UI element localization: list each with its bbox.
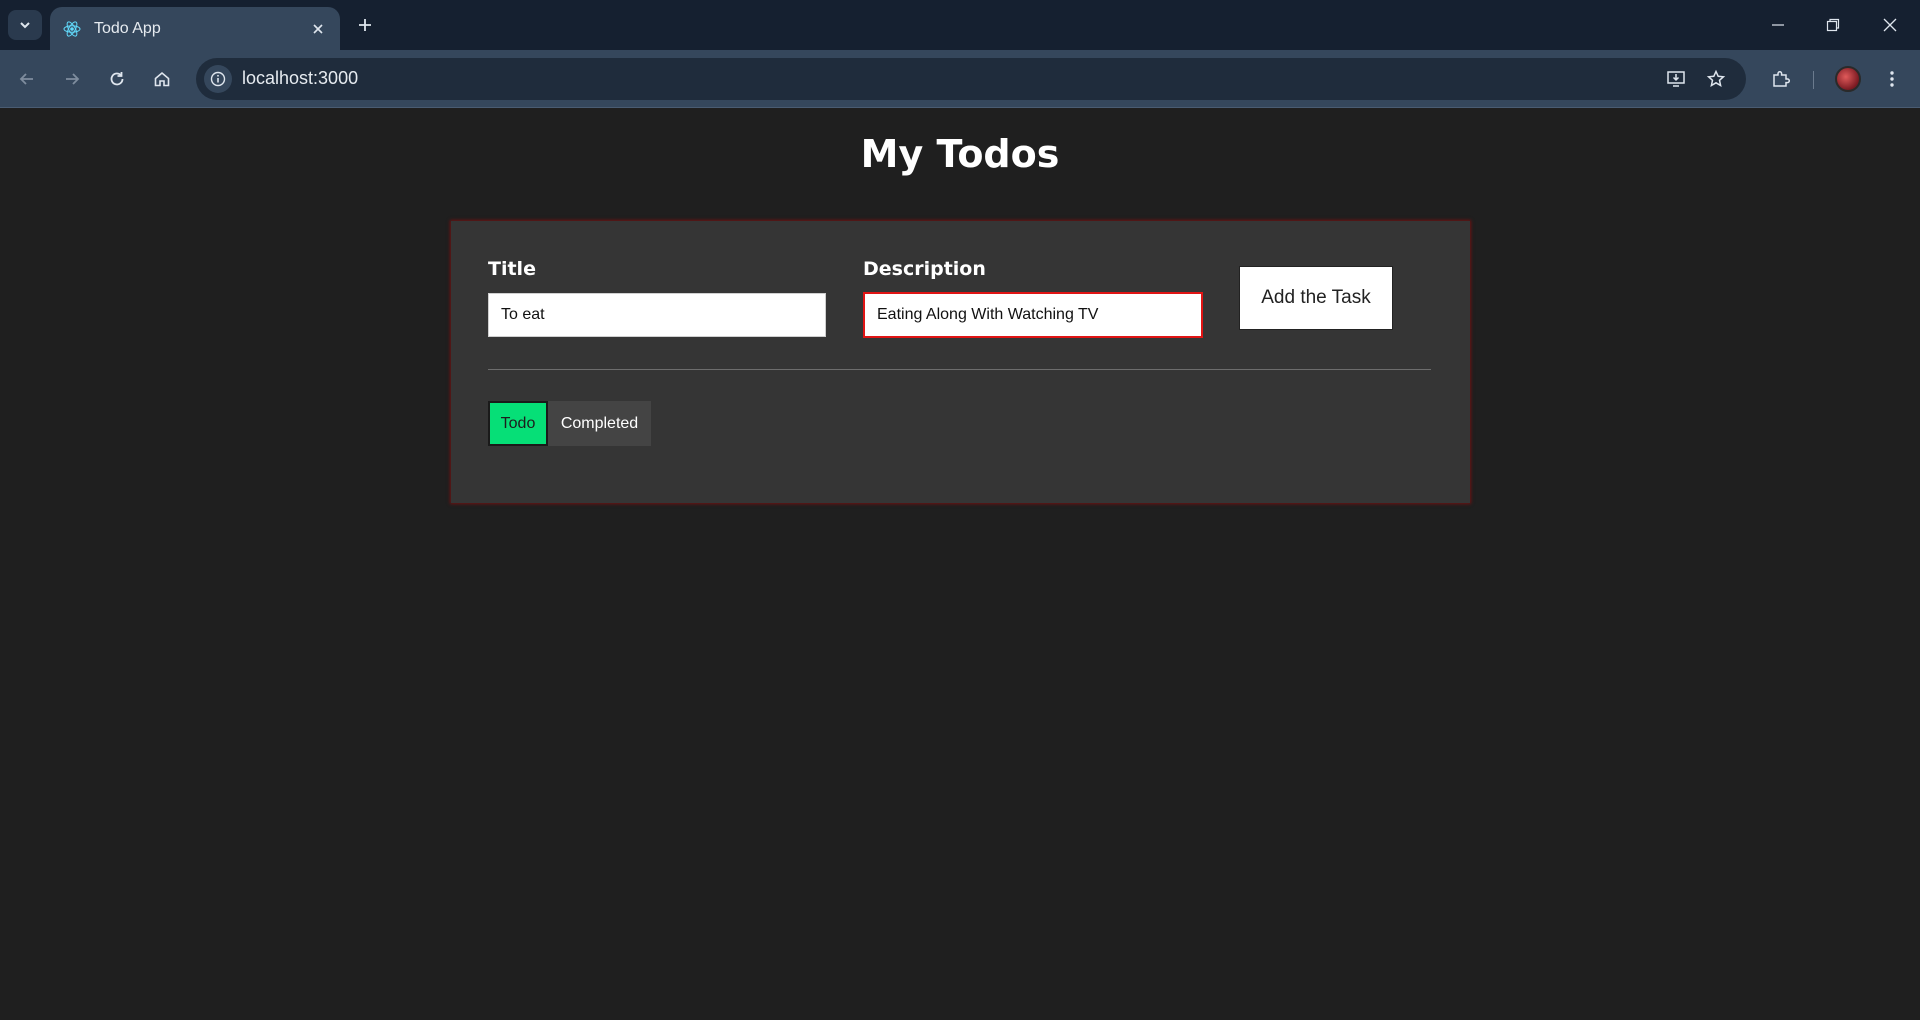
star-icon bbox=[1706, 69, 1726, 88]
browser-menu-button[interactable] bbox=[1876, 63, 1908, 95]
kebab-menu-icon bbox=[1890, 71, 1894, 87]
chevron-down-icon bbox=[20, 22, 30, 29]
url-text: localhost:3000 bbox=[242, 68, 359, 88]
address-bar[interactable]: localhost:3000 bbox=[196, 58, 1746, 100]
window-close-button[interactable] bbox=[1870, 8, 1910, 42]
toolbar-separator bbox=[1813, 71, 1814, 89]
home-icon bbox=[154, 71, 170, 87]
filter-completed-button[interactable]: Completed bbox=[548, 401, 651, 446]
info-icon bbox=[210, 71, 226, 87]
title-input[interactable] bbox=[488, 293, 826, 337]
description-input[interactable] bbox=[863, 292, 1203, 338]
puzzle-icon bbox=[1773, 70, 1791, 87]
browser-tab-bar: Todo App bbox=[0, 0, 1920, 50]
forward-button[interactable] bbox=[56, 63, 88, 95]
profile-avatar[interactable] bbox=[1835, 66, 1861, 92]
description-label: Description bbox=[863, 258, 986, 280]
site-info-button[interactable] bbox=[204, 65, 232, 93]
restore-button[interactable] bbox=[1813, 8, 1853, 42]
close-icon bbox=[1883, 18, 1897, 32]
react-logo-icon bbox=[63, 20, 81, 37]
todo-card: Title Description Add the Task Todo Comp… bbox=[451, 221, 1470, 503]
install-icon bbox=[1667, 71, 1685, 87]
back-button[interactable] bbox=[11, 63, 43, 95]
add-task-button[interactable]: Add the Task bbox=[1239, 266, 1393, 330]
tab-search-button[interactable] bbox=[8, 10, 42, 40]
install-app-button[interactable] bbox=[1661, 64, 1691, 94]
divider bbox=[488, 369, 1431, 370]
tab-close-icon[interactable] bbox=[308, 19, 328, 39]
extensions-button[interactable] bbox=[1765, 63, 1797, 95]
reload-icon bbox=[110, 72, 124, 86]
browser-toolbar: localhost:3000 bbox=[0, 50, 1920, 108]
restore-icon bbox=[1826, 18, 1840, 32]
filter-todo-button[interactable]: Todo bbox=[488, 401, 548, 446]
page-title: My Todos bbox=[860, 132, 1060, 176]
home-button[interactable] bbox=[146, 63, 178, 95]
arrow-right-icon bbox=[66, 73, 80, 85]
minimize-icon bbox=[1772, 24, 1784, 26]
new-tab-button[interactable] bbox=[352, 12, 378, 38]
plus-icon bbox=[359, 19, 371, 31]
tab-title: Todo App bbox=[94, 19, 161, 37]
minimize-button[interactable] bbox=[1758, 8, 1798, 42]
browser-tab[interactable]: Todo App bbox=[50, 7, 340, 50]
reload-button[interactable] bbox=[101, 63, 133, 95]
bookmark-button[interactable] bbox=[1701, 64, 1731, 94]
arrow-left-icon bbox=[19, 73, 33, 85]
title-label: Title bbox=[488, 258, 536, 280]
